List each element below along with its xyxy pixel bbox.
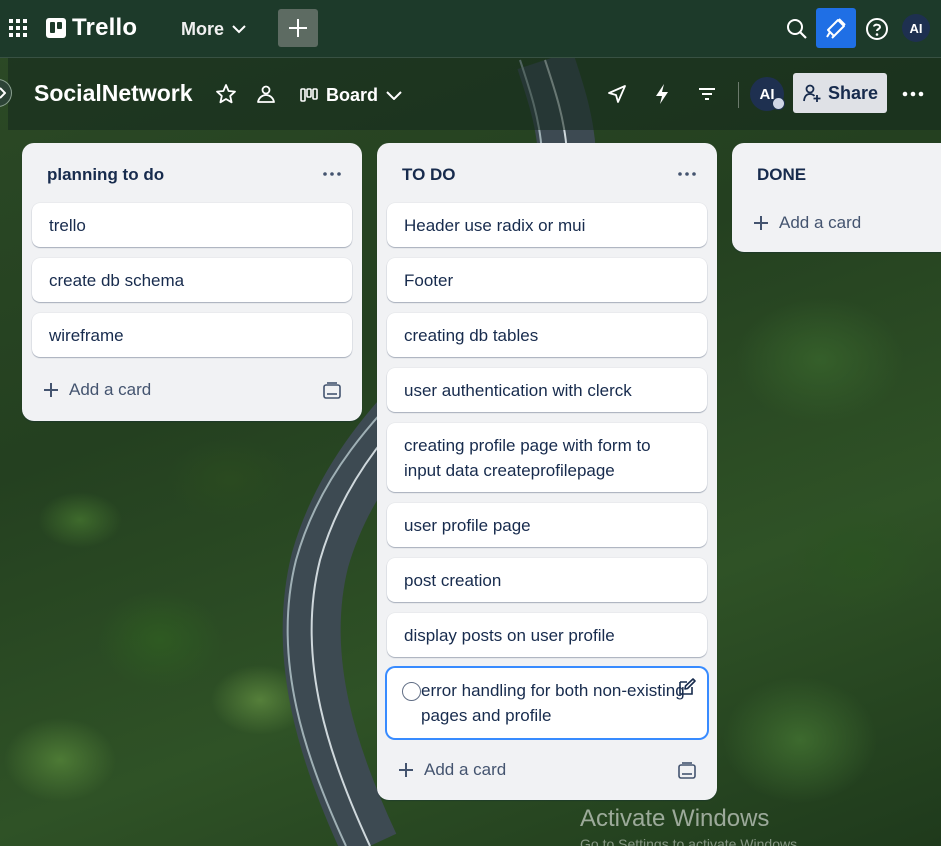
board-view-icon: [300, 88, 318, 102]
card[interactable]: display posts on user profile: [387, 613, 707, 657]
admin-badge-icon: [772, 97, 785, 110]
more-menu-label: More: [181, 18, 225, 39]
more-horizontal-icon: [323, 172, 341, 176]
star-icon[interactable]: [215, 83, 237, 105]
trello-logo[interactable]: Trello: [46, 14, 137, 42]
card[interactable]: Footer: [387, 258, 707, 302]
more-horizontal-icon: [902, 91, 924, 97]
card[interactable]: create db schema: [32, 258, 352, 302]
card-template-icon[interactable]: [677, 761, 697, 781]
board-title[interactable]: SocialNetwork: [34, 80, 193, 107]
power-ups-icon[interactable]: [606, 83, 628, 105]
notifications-button[interactable]: [816, 8, 856, 48]
plus-icon: [754, 216, 768, 230]
megaphone-icon: [826, 18, 846, 39]
trello-logo-text: Trello: [72, 14, 138, 41]
card[interactable]: post creation: [387, 558, 707, 602]
card[interactable]: trello: [32, 203, 352, 247]
app-switcher-icon[interactable]: [8, 18, 28, 38]
workspace-visibility-icon[interactable]: [255, 83, 277, 105]
help-icon[interactable]: [865, 17, 889, 41]
card[interactable]: user authentication with clerck: [387, 368, 707, 412]
add-card-label: Add a card: [424, 760, 507, 779]
more-horizontal-icon: [678, 172, 696, 176]
list-title[interactable]: TO DO: [402, 165, 456, 185]
add-member-icon: [803, 84, 821, 102]
list-planning-to-do: planning to do trello create db schema w…: [22, 143, 362, 421]
top-navigation-bar: Trello More AI: [0, 0, 941, 58]
chevron-right-icon: [0, 87, 6, 99]
card-complete-checkbox[interactable]: [402, 682, 421, 701]
card[interactable]: creating profile page with form to input…: [387, 423, 707, 492]
header-divider: [738, 82, 739, 108]
share-button[interactable]: Share: [793, 73, 887, 113]
plus-icon: [399, 763, 413, 777]
list-done: DONE Add a card: [732, 143, 941, 252]
account-avatar[interactable]: AI: [902, 14, 930, 42]
list-menu-button[interactable]: [673, 163, 701, 185]
card[interactable]: wireframe: [32, 313, 352, 357]
card[interactable]: user profile page: [387, 503, 707, 547]
board-menu-button[interactable]: [898, 80, 928, 108]
add-card-button[interactable]: Add a card: [753, 213, 861, 233]
trello-logo-icon: [46, 18, 66, 38]
add-card-button[interactable]: Add a card: [43, 380, 151, 400]
chevron-down-icon: [386, 91, 402, 100]
card-title: error handling for both non-existing pag…: [421, 681, 685, 725]
board-view-label: Board: [326, 84, 379, 105]
add-card-label: Add a card: [69, 380, 152, 399]
activate-windows-subtitle: Go to Settings to activate Windows.: [580, 836, 801, 846]
list-menu-button[interactable]: [318, 163, 346, 185]
plus-icon: [289, 19, 307, 37]
card-hovered[interactable]: error handling for both non-existing pag…: [387, 668, 707, 738]
plus-icon: [44, 383, 58, 397]
list-title[interactable]: DONE: [757, 165, 806, 185]
board-view-switcher[interactable]: Board: [300, 80, 402, 110]
edit-pencil-icon[interactable]: [677, 677, 697, 697]
more-menu-button[interactable]: More: [172, 12, 255, 46]
card-template-icon[interactable]: [322, 381, 342, 401]
search-icon[interactable]: [785, 17, 809, 41]
list-to-do: TO DO Header use radix or mui Footer cre…: [377, 143, 717, 800]
activate-windows-watermark: Activate Windows: [580, 805, 770, 832]
card[interactable]: Header use radix or mui: [387, 203, 707, 247]
automation-icon[interactable]: [652, 83, 672, 105]
list-title[interactable]: planning to do: [47, 165, 164, 185]
create-button[interactable]: [278, 9, 318, 47]
card[interactable]: creating db tables: [387, 313, 707, 357]
share-label: Share: [827, 82, 879, 103]
add-card-label: Add a card: [779, 213, 862, 232]
add-card-button[interactable]: Add a card: [398, 760, 506, 780]
filter-icon[interactable]: [696, 83, 718, 105]
chevron-down-icon: [232, 25, 246, 34]
